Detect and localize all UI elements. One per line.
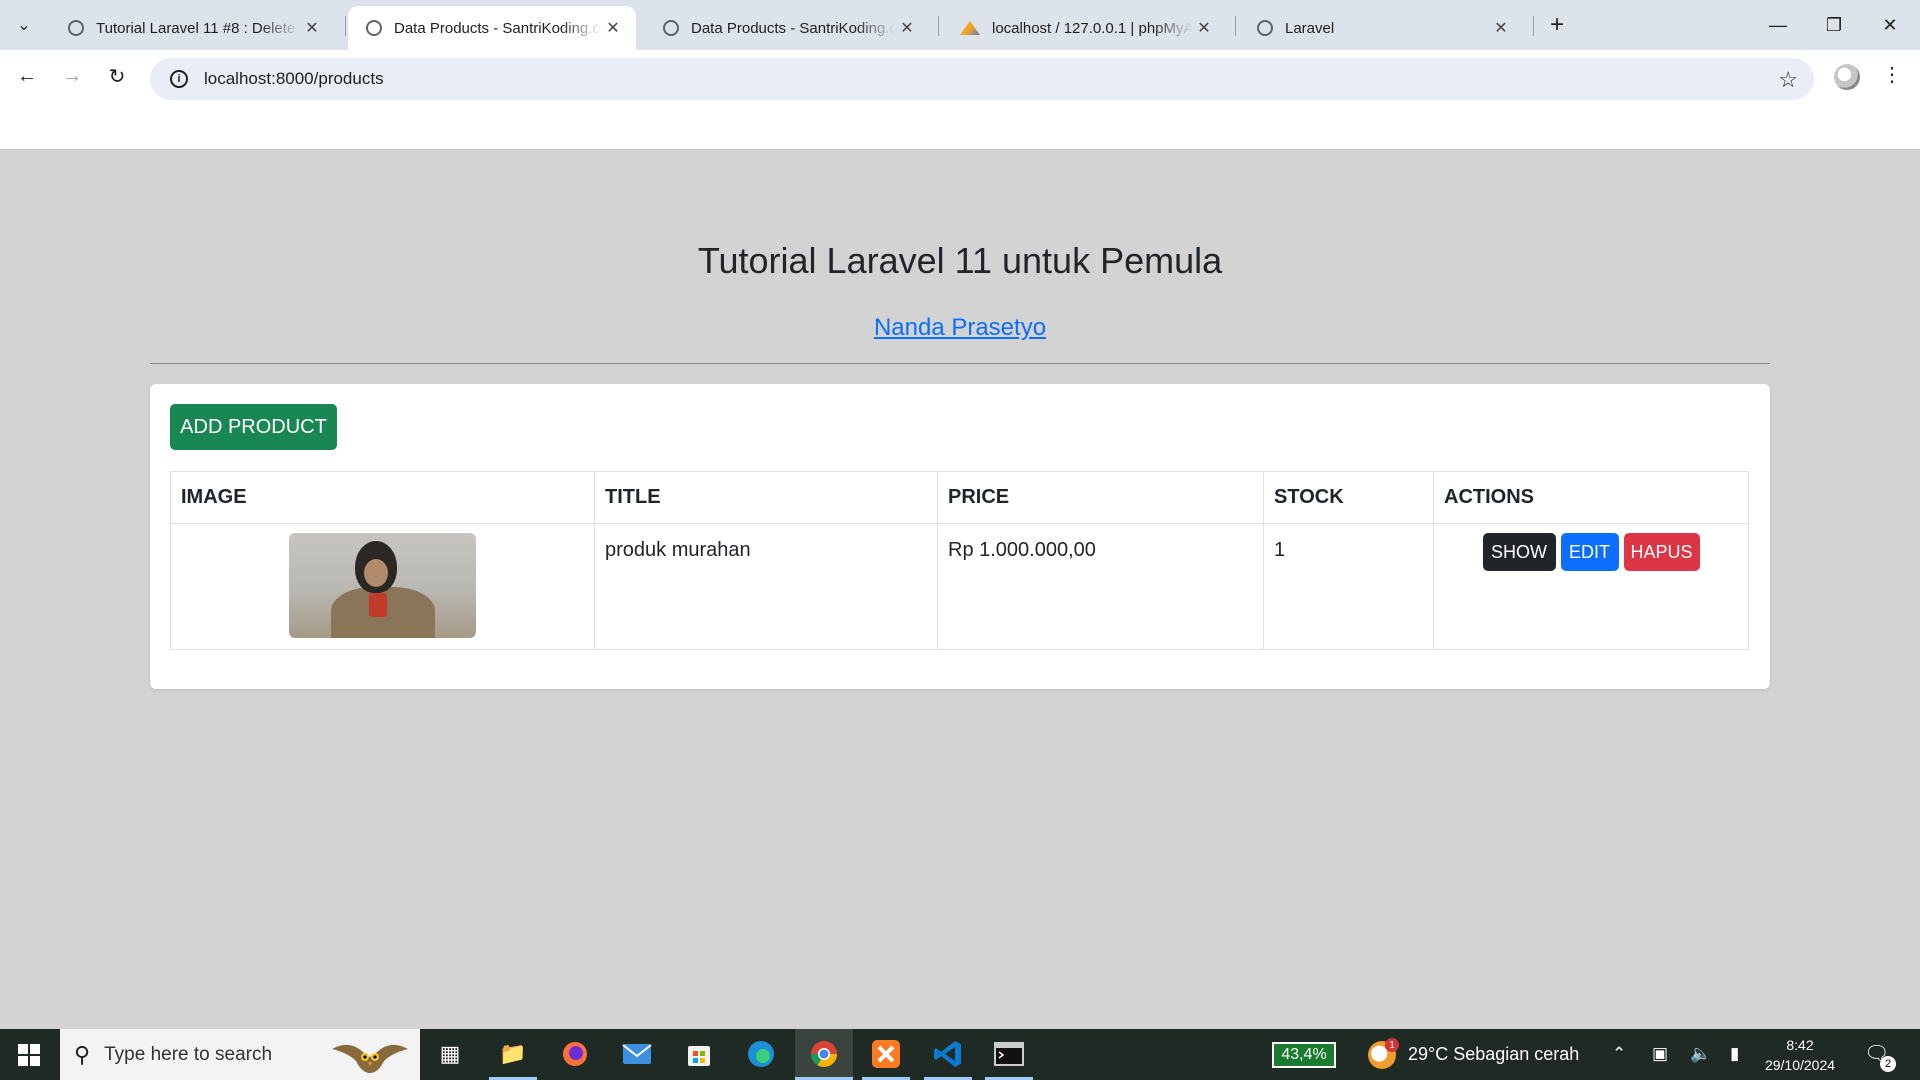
tab-search-chevron-icon[interactable]: ⌄ <box>10 11 38 39</box>
clock-time: 8:42 <box>1786 1037 1814 1053</box>
store-icon[interactable] <box>682 1037 716 1071</box>
close-tab-icon[interactable]: ✕ <box>1193 17 1215 39</box>
profile-avatar-icon[interactable] <box>1834 64 1860 90</box>
mail-icon[interactable] <box>620 1037 654 1071</box>
page-title: Tutorial Laravel 11 untuk Pemula <box>697 240 1223 281</box>
volume-icon[interactable]: 🔈 <box>1690 1044 1711 1064</box>
column-header-image: IMAGE <box>170 471 595 524</box>
taskbar-search[interactable]: ⚲ Type here to search <box>60 1029 420 1080</box>
task-view-icon[interactable]: ▦ <box>433 1037 467 1071</box>
divider <box>150 363 1770 364</box>
tab-title: Data Products - SantriKoding.co <box>394 19 602 37</box>
forward-arrow-icon[interactable]: → <box>56 60 88 92</box>
show-button[interactable]: SHOW <box>1482 533 1556 571</box>
close-tab-icon[interactable]: ✕ <box>896 17 918 39</box>
start-button[interactable] <box>0 1029 58 1080</box>
column-header-actions: ACTIONS <box>1433 471 1749 524</box>
url-text[interactable]: localhost:8000/products <box>204 69 384 89</box>
battery-icon[interactable]: ▮ <box>1730 1044 1739 1064</box>
tab-divider <box>345 16 346 36</box>
firefox-icon[interactable] <box>558 1037 592 1071</box>
weather-alert-badge: 1 <box>1385 1038 1399 1052</box>
battery-percentage[interactable]: 43,4% <box>1272 1042 1336 1068</box>
toolbar-spacer <box>0 100 1920 150</box>
bookmark-star-icon[interactable]: ☆ <box>1778 67 1798 93</box>
products-card: ADD PRODUCT IMAGE TITLE PRICE STOCK ACTI… <box>150 384 1770 689</box>
tab-divider <box>1235 16 1236 36</box>
globe-icon <box>366 20 382 36</box>
product-actions: SHOW EDIT HAPUS <box>1433 523 1749 650</box>
column-header-price: PRICE <box>937 471 1264 524</box>
product-image-cell <box>170 523 595 650</box>
weather-text[interactable]: 29°C Sebagian cerah <box>1408 1044 1579 1065</box>
vscode-icon[interactable] <box>931 1037 965 1071</box>
close-tab-icon[interactable]: ✕ <box>301 17 323 39</box>
globe-icon <box>1257 20 1273 36</box>
globe-icon <box>663 20 679 36</box>
tab-title: Tutorial Laravel 11 #8 : Delete D <box>96 19 301 37</box>
show-hidden-icons-chevron-icon[interactable]: ⌃ <box>1612 1044 1626 1064</box>
author-heading: Nanda Prasetyo <box>0 314 1920 342</box>
search-icon: ⚲ <box>74 1041 91 1067</box>
reload-icon[interactable]: ↻ <box>101 60 133 92</box>
close-window-icon[interactable]: ✕ <box>1862 0 1918 50</box>
address-bar[interactable]: i localhost:8000/products ☆ <box>150 58 1814 100</box>
chrome-icon[interactable] <box>807 1037 841 1071</box>
tab-data-products[interactable]: Data Products - SantriKoding.co ✕ <box>645 6 930 50</box>
notification-count-badge: 2 <box>1880 1056 1896 1072</box>
column-header-title: TITLE <box>594 471 938 524</box>
tab-title: Laravel <box>1285 19 1335 37</box>
tab-laravel-delete[interactable]: Tutorial Laravel 11 #8 : Delete D ✕ <box>50 6 335 50</box>
xampp-icon[interactable] <box>869 1037 903 1071</box>
more-menu-icon[interactable]: ⋮ <box>1880 62 1904 87</box>
file-explorer-icon[interactable]: 📁 <box>496 1037 530 1071</box>
delete-button[interactable]: HAPUS <box>1623 533 1700 571</box>
page-body: Tutorial Laravel 11 untuk Pemula Nanda P… <box>0 150 1920 1029</box>
products-table: IMAGE TITLE PRICE STOCK ACTIONS produk m… <box>170 471 1749 650</box>
terminal-icon[interactable] <box>992 1037 1026 1071</box>
product-title: produk murahan <box>594 523 938 650</box>
product-price: Rp 1.000.000,00 <box>937 523 1264 650</box>
owl-search-highlight-icon <box>332 1044 408 1073</box>
column-header-stock: STOCK <box>1263 471 1434 524</box>
edge-icon[interactable] <box>744 1037 778 1071</box>
search-placeholder: Type here to search <box>104 1043 273 1065</box>
product-stock: 1 <box>1263 523 1434 650</box>
action-buttons: SHOW EDIT HAPUS <box>1444 533 1738 571</box>
close-tab-icon[interactable]: ✕ <box>1490 17 1512 39</box>
tab-laravel[interactable]: Laravel ✕ <box>1239 6 1524 50</box>
favicon-icon <box>68 20 84 36</box>
product-photo <box>289 533 476 638</box>
author-link[interactable]: Nanda Prasetyo <box>874 314 1046 341</box>
tab-divider <box>1533 16 1534 36</box>
tab-phpmyadmin[interactable]: localhost / 127.0.0.1 | phpMyAd ✕ <box>942 6 1227 50</box>
meet-now-icon[interactable]: ▣ <box>1652 1044 1668 1064</box>
clock-date: 29/10/2024 <box>1764 1057 1836 1073</box>
system-clock[interactable]: 8:42 29/10/2024 <box>1762 1035 1838 1075</box>
close-tab-icon[interactable]: ✕ <box>602 17 624 39</box>
tab-data-products-active[interactable]: Data Products - SantriKoding.co ✕ <box>348 6 636 50</box>
back-arrow-icon[interactable]: ← <box>11 60 43 92</box>
restore-icon[interactable]: ❐ <box>1806 0 1862 50</box>
edit-button[interactable]: EDIT <box>1560 533 1619 571</box>
tab-title: localhost / 127.0.0.1 | phpMyAd <box>992 19 1193 37</box>
tab-strip: ⌄ Tutorial Laravel 11 #8 : Delete D ✕ Da… <box>0 0 1920 50</box>
add-product-button[interactable]: ADD PRODUCT <box>170 404 337 450</box>
browser-toolbar: ← → ↻ i localhost:8000/products ☆ ⋮ <box>0 50 1920 100</box>
taskbar: ⚲ Type here to search ▦ 📁 43,4% 1 29°C S… <box>0 1029 1920 1080</box>
site-info-icon[interactable]: i <box>170 70 188 88</box>
minimize-icon[interactable]: — <box>1750 0 1806 50</box>
phpmyadmin-icon <box>960 21 980 35</box>
tab-title: Data Products - SantriKoding.co <box>691 19 896 37</box>
table-header-row: IMAGE TITLE PRICE STOCK ACTIONS <box>170 471 1749 524</box>
new-tab-icon[interactable]: + <box>1543 11 1571 39</box>
tab-divider <box>938 16 939 36</box>
windows-logo-icon <box>18 1043 40 1066</box>
table-row: produk murahan Rp 1.000.000,00 1 SHOW ED… <box>170 523 1749 650</box>
